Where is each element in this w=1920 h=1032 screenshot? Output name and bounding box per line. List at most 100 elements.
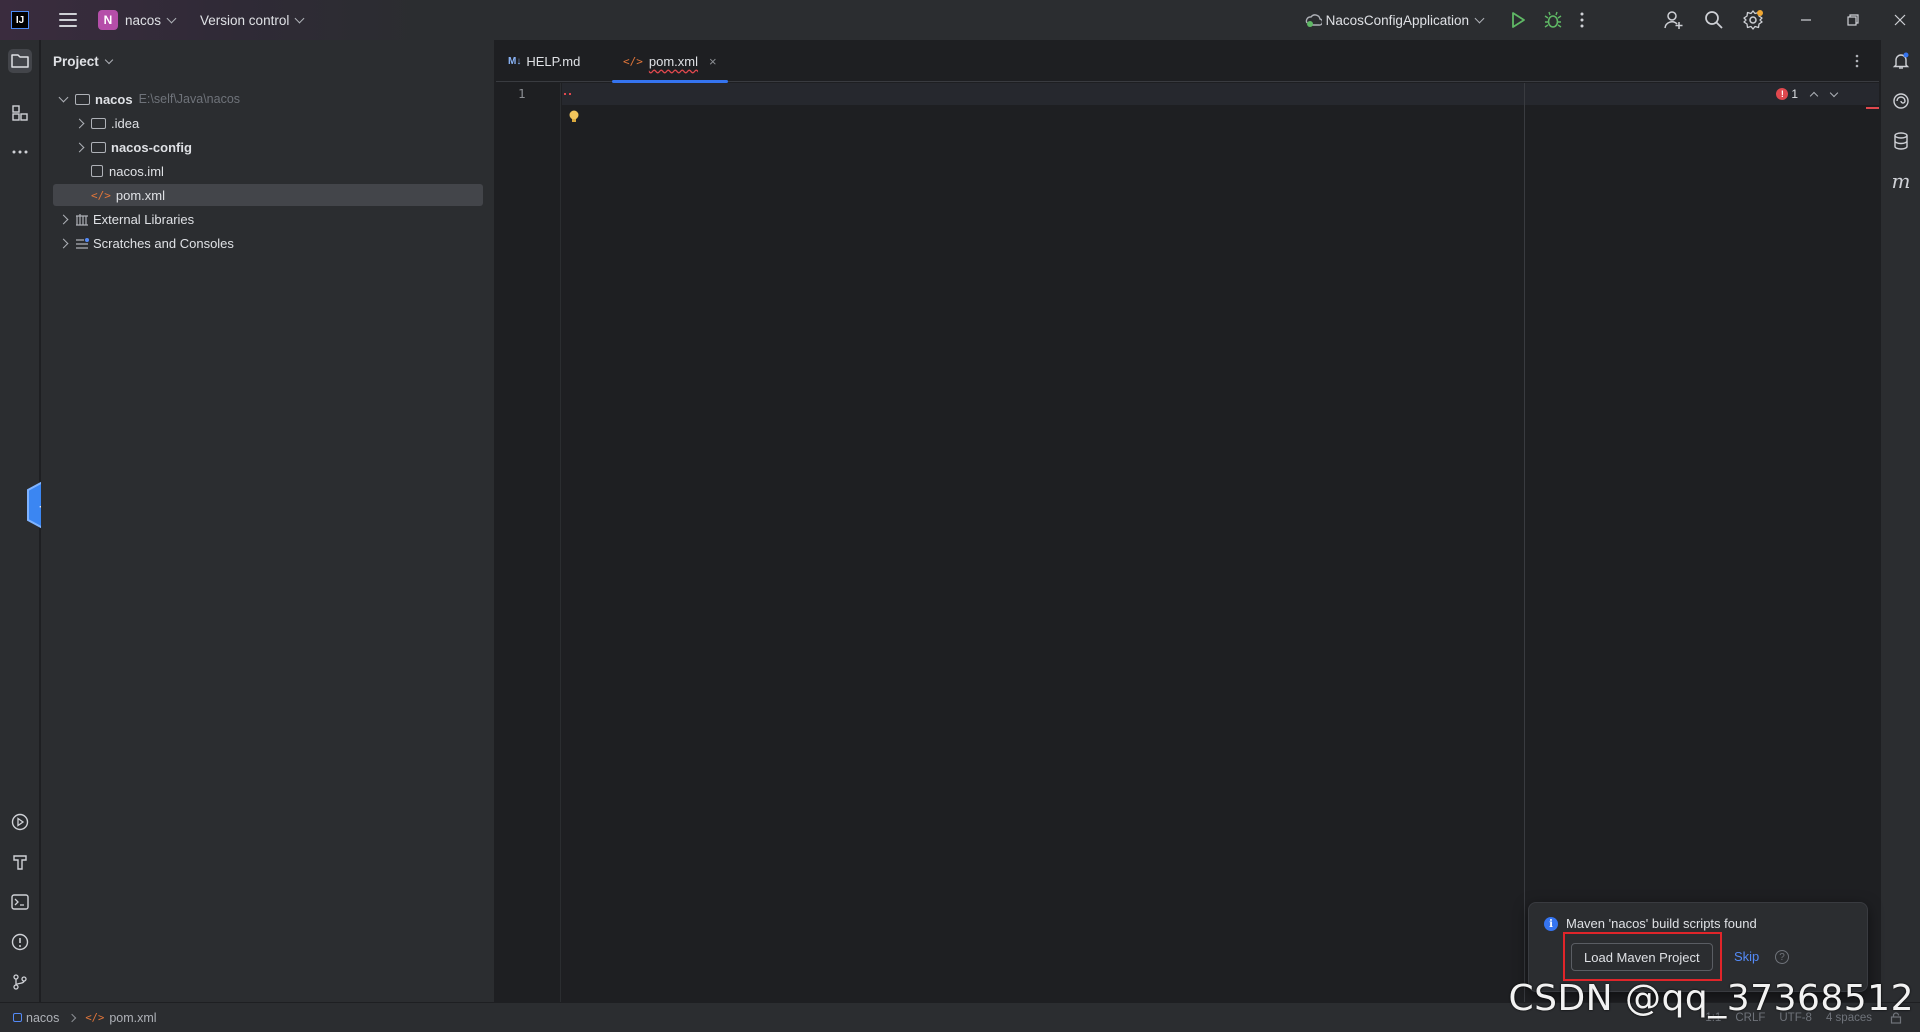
scratches-icon [76, 237, 89, 249]
collapse-arrow-icon [74, 118, 84, 128]
breadcrumb-file[interactable]: pom.xml [109, 1011, 156, 1025]
tree-item-external-libraries[interactable]: External Libraries [53, 208, 483, 230]
version-control-menu[interactable]: Version control [200, 0, 305, 40]
editor-tab-bar: M↓ HELP.md </> pom.xml × [496, 40, 1879, 83]
more-horizontal-icon [12, 150, 28, 154]
close-window-icon[interactable] [1894, 14, 1906, 26]
project-panel: Project nacos E:\self\Java\nacos .idea n… [41, 40, 495, 1002]
tree-item-label: External Libraries [93, 211, 195, 227]
breadcrumb: nacos </> pom.xml [13, 1011, 157, 1025]
build-tool-button[interactable] [8, 850, 32, 874]
chevron-down-icon [166, 13, 177, 23]
intention-bulb-icon[interactable] [568, 109, 580, 125]
breadcrumb-separator-icon [68, 1013, 77, 1022]
minimize-icon[interactable] [1800, 14, 1812, 26]
tree-item-nacos[interactable]: nacos E:\self\Java\nacos [53, 88, 483, 110]
xml-file-icon: </> [623, 54, 643, 68]
search-icon[interactable] [1704, 10, 1724, 30]
next-error-icon[interactable] [1829, 88, 1839, 97]
tab-label: HELP.md [526, 53, 581, 69]
database-icon [1894, 132, 1908, 150]
help-icon[interactable]: ? [1775, 950, 1789, 964]
settings-gear-icon[interactable] [1743, 10, 1763, 30]
scrollbar-error-marker [1866, 107, 1879, 109]
ai-swirl-icon [1893, 93, 1909, 109]
iml-file-icon [91, 165, 103, 177]
more-actions-icon[interactable] [1579, 11, 1585, 29]
ai-assistant-tool-button[interactable] [1889, 89, 1913, 113]
run-configuration-selector[interactable]: NacosConfigApplication [1304, 0, 1485, 40]
inspection-widget[interactable]: ! 1 [1776, 87, 1839, 101]
problems-icon [11, 933, 29, 951]
terminal-icon [11, 894, 29, 910]
close-tab-icon[interactable]: × [709, 54, 717, 69]
libraries-icon [76, 213, 88, 226]
project-badge[interactable]: N [98, 10, 118, 30]
tab-pom-xml[interactable]: </> pom.xml × [612, 40, 728, 83]
tree-item-path: E:\self\Java\nacos [138, 92, 241, 106]
maven-icon: m [1891, 169, 1911, 193]
tree-item-label: pom.xml [115, 187, 165, 203]
restore-icon[interactable] [1847, 14, 1859, 26]
structure-icon [12, 105, 28, 121]
folder-icon [91, 117, 106, 129]
notification-title: Maven 'nacos' build scripts found [1566, 916, 1757, 931]
notifications-tool-button[interactable] [1889, 49, 1913, 73]
collapse-arrow-icon [58, 238, 68, 248]
expand-arrow-icon [58, 92, 68, 102]
tree-item-label: nacos-config [111, 139, 192, 155]
tree-item-label: .idea [111, 115, 140, 131]
run-icon[interactable] [1509, 11, 1527, 29]
right-tool-strip: m [1880, 40, 1920, 1002]
current-line-highlight [562, 83, 1879, 105]
tab-label: pom.xml [648, 53, 698, 69]
services-icon [11, 813, 29, 831]
version-control-label: Version control [200, 12, 290, 28]
git-tool-button[interactable] [8, 970, 32, 994]
tree-item-nacos-config[interactable]: nacos-config [53, 136, 483, 158]
tree-item-idea[interactable]: .idea [53, 112, 483, 134]
tab-help-md[interactable]: M↓ HELP.md [508, 40, 580, 82]
error-count: 1 [1791, 87, 1798, 101]
git-branch-icon [13, 974, 27, 990]
folder-icon [11, 54, 29, 68]
database-tool-button[interactable] [1889, 129, 1913, 153]
bell-icon [1892, 52, 1910, 69]
tree-item-label: Scratches and Consoles [93, 235, 234, 251]
left-tool-strip [0, 40, 77, 1002]
collapse-arrow-icon [74, 142, 84, 152]
xml-file-icon: </> [91, 188, 111, 202]
tree-item-pom-xml[interactable]: </> pom.xml [53, 184, 483, 206]
error-squiggle [564, 92, 571, 95]
maven-tool-button[interactable]: m [1889, 169, 1913, 193]
app-logo-icon[interactable]: IJ [11, 11, 29, 29]
chevron-down-icon [104, 55, 114, 64]
tab-options-icon[interactable] [1854, 53, 1860, 69]
tree-item-scratches[interactable]: Scratches and Consoles [53, 232, 483, 254]
xml-file-icon: </> [85, 1011, 105, 1024]
run-config-label: NacosConfigApplication [1325, 12, 1469, 28]
services-tool-button[interactable] [8, 810, 32, 834]
terminal-tool-button[interactable] [8, 890, 32, 914]
project-panel-title[interactable]: Project [53, 54, 114, 69]
collapse-arrow-icon [58, 214, 68, 224]
chevron-down-icon [1474, 13, 1485, 23]
add-user-icon[interactable] [1664, 10, 1684, 30]
skip-link[interactable]: Skip [1734, 949, 1759, 964]
project-tool-button[interactable] [8, 49, 32, 73]
previous-error-icon[interactable] [1809, 91, 1819, 100]
problems-tool-button[interactable] [8, 930, 32, 954]
module-folder-icon [91, 141, 106, 153]
structure-tool-button[interactable] [8, 101, 32, 125]
main-menu-icon[interactable] [59, 13, 77, 27]
breadcrumb-project[interactable]: nacos [26, 1011, 59, 1025]
line-number: 1 [518, 86, 526, 101]
more-tools-button[interactable] [8, 140, 32, 164]
error-icon: ! [1776, 88, 1789, 100]
run-config-icon [1305, 14, 1322, 27]
tree-item-nacos-iml[interactable]: nacos.iml [53, 160, 483, 182]
chevron-down-icon [294, 13, 305, 23]
debug-icon[interactable] [1544, 11, 1562, 29]
project-switcher[interactable]: nacos [125, 0, 177, 40]
hammer-icon [13, 855, 27, 870]
